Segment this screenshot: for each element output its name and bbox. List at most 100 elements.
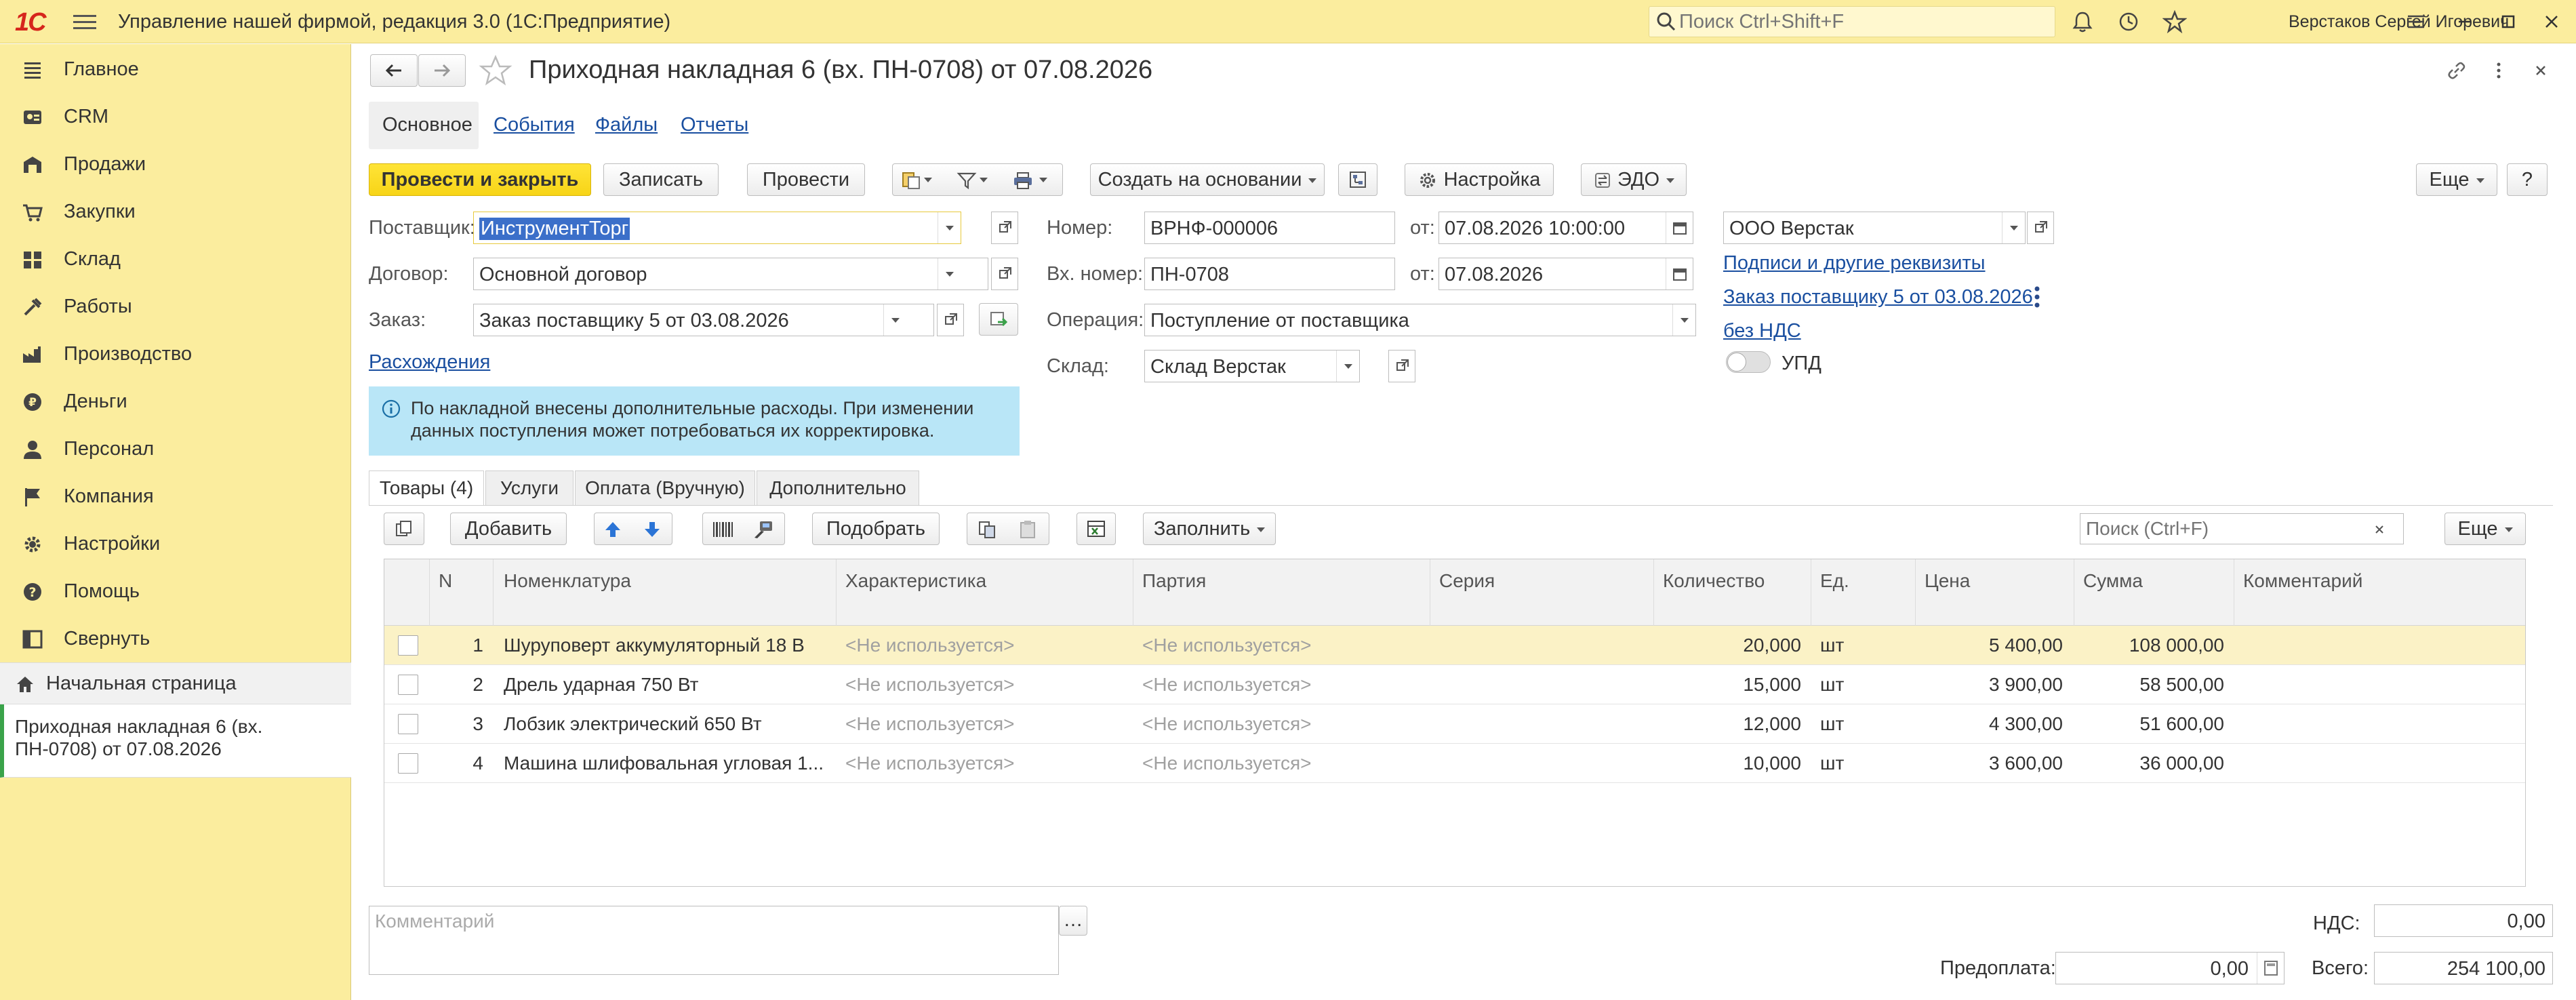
tab-reports[interactable]: Отчеты (681, 114, 748, 136)
table-search-input[interactable] (2086, 517, 2343, 541)
number-field[interactable]: ВРНФ-000006 (1144, 212, 1395, 244)
in-date-calendar-button[interactable] (1666, 258, 1693, 289)
sidebar-item-main[interactable]: Главное (0, 47, 351, 91)
filter-dropdown-icon[interactable] (980, 178, 988, 182)
help-button[interactable]: ? (2507, 163, 2548, 196)
documents-dropdown-icon[interactable] (924, 178, 932, 182)
fill-from-order-button[interactable] (979, 303, 1018, 336)
post-and-close-button[interactable]: Провести и закрыть (369, 163, 591, 196)
sidebar-item-warehouse[interactable]: Склад (0, 237, 351, 281)
open-window-document[interactable]: Приходная накладная 6 (вх. ПН-0708) от 0… (0, 704, 351, 778)
tab-services[interactable]: Услуги (485, 471, 573, 506)
col-series[interactable]: Серия (1439, 570, 1495, 592)
table-row[interactable]: 4 Машина шлифовальная угловая 1... <Не и… (384, 744, 2525, 783)
minimize-icon[interactable] (2453, 9, 2477, 34)
order-open-button[interactable] (937, 304, 964, 336)
warehouse-open-button[interactable] (1388, 350, 1415, 382)
fill-button[interactable]: Заполнить (1143, 513, 1276, 545)
company-field[interactable]: ООО Верстак (1723, 212, 2026, 244)
save-button[interactable]: Записать (603, 163, 719, 196)
tab-additional[interactable]: Дополнительно (757, 471, 919, 506)
back-button[interactable] (370, 54, 418, 87)
sidebar-item-works[interactable]: Работы (0, 285, 351, 328)
contract-dropdown-icon[interactable] (938, 258, 961, 289)
move-up-icon[interactable] (603, 519, 623, 540)
notifications-bell-icon[interactable] (2070, 9, 2095, 34)
forward-button[interactable] (418, 54, 466, 87)
settings-lines-icon[interactable] (2404, 9, 2428, 34)
sidebar-item-money[interactable]: ₽ Деньги (0, 380, 351, 423)
sidebar-item-help[interactable]: ? Помощь (0, 569, 351, 613)
row-checkbox[interactable] (398, 753, 418, 774)
company-open-button[interactable] (2027, 212, 2054, 244)
favorite-star-icon[interactable] (479, 54, 512, 87)
col-n[interactable]: N (439, 570, 452, 592)
upd-toggle[interactable] (1726, 351, 1771, 373)
sidebar-item-sales[interactable]: Продажи (0, 142, 351, 186)
supplier-open-button[interactable] (991, 212, 1018, 244)
global-search-input[interactable] (1679, 9, 2045, 34)
print-dropdown-icon[interactable] (1039, 178, 1047, 182)
tab-payment[interactable]: Оплата (Вручную) (575, 471, 755, 506)
paste-from-clipboard-icon[interactable] (1018, 519, 1038, 540)
sidebar-item-collapse[interactable]: Свернуть (0, 617, 351, 660)
base-order-link[interactable]: Заказ поставщику 5 от 03.08.2026 (1723, 286, 2033, 308)
table-row[interactable]: 2 Дрель ударная 750 Вт <Не используется>… (384, 665, 2525, 704)
clear-search-icon[interactable] (2369, 519, 2390, 540)
col-quantity[interactable]: Количество (1663, 570, 1765, 592)
history-icon[interactable] (2116, 9, 2141, 34)
supplier-field[interactable]: ИнструментТорг (473, 212, 961, 244)
signatures-link[interactable]: Подписи и другие реквизиты (1723, 252, 1986, 275)
col-characteristic[interactable]: Характеристика (845, 570, 986, 592)
row-checkbox[interactable] (398, 635, 418, 656)
copy-rows-button[interactable] (384, 513, 424, 545)
sidebar-item-production[interactable]: Производство (0, 332, 351, 376)
row-checkbox[interactable] (398, 714, 418, 734)
tab-events[interactable]: События (494, 114, 575, 136)
discrepancies-link[interactable]: Расхождения (369, 351, 490, 374)
prepayment-calc-button[interactable] (2257, 953, 2284, 984)
sidebar-item-company[interactable]: Компания (0, 475, 351, 518)
more-vertical-icon[interactable] (2487, 58, 2511, 83)
more-button[interactable]: Еще (2416, 163, 2497, 196)
post-button[interactable]: Провести (747, 163, 865, 196)
scanner-icon[interactable] (750, 519, 775, 540)
home-page-tab[interactable]: Начальная страница (0, 662, 351, 704)
tab-files[interactable]: Файлы (595, 114, 658, 136)
date-calendar-button[interactable] (1666, 212, 1693, 243)
order-dropdown-icon[interactable] (883, 304, 906, 336)
row-checkbox[interactable] (398, 675, 418, 695)
col-unit[interactable]: Ед. (1820, 570, 1849, 592)
supplier-dropdown-icon[interactable] (938, 212, 961, 243)
settings-button[interactable]: Настройка (1405, 163, 1554, 196)
col-nomenclature[interactable]: Номенклатура (504, 570, 631, 592)
col-comment[interactable]: Комментарий (2243, 570, 2362, 592)
favorites-star-icon[interactable] (2162, 9, 2187, 34)
add-row-button[interactable]: Добавить (450, 513, 567, 545)
sidebar-item-settings[interactable]: Настройки (0, 522, 351, 565)
copy-to-clipboard-icon[interactable] (977, 519, 997, 540)
date-field[interactable]: 07.08.2026 10:00:00 (1438, 212, 1693, 244)
vat-link[interactable]: без НДС (1723, 320, 1801, 342)
warehouse-dropdown-icon[interactable] (1336, 351, 1359, 382)
table-row[interactable]: 3 Лобзик электрический 650 Вт <Не исполь… (384, 704, 2525, 744)
barcode-icon[interactable] (711, 519, 736, 540)
tab-goods[interactable]: Товары (4) (369, 471, 484, 506)
sidebar-item-purchases[interactable]: Закупки (0, 190, 351, 233)
operation-field[interactable]: Поступление от поставщика (1144, 304, 1696, 336)
order-field[interactable]: Заказ поставщику 5 от 03.08.2026 (473, 304, 934, 336)
in-number-field[interactable]: ПН-0708 (1144, 258, 1395, 290)
excel-load-button[interactable] (1076, 513, 1116, 545)
sidebar-item-personnel[interactable]: Персонал (0, 427, 351, 471)
link-icon[interactable] (2444, 58, 2469, 83)
table-row[interactable]: 1 Шуруповерт аккумуляторный 18 В <Не исп… (384, 626, 2525, 665)
contract-field[interactable]: Основной договор (473, 258, 988, 290)
main-menu-icon[interactable] (73, 11, 96, 31)
maximize-icon[interactable] (2496, 9, 2520, 34)
close-form-icon[interactable] (2529, 58, 2553, 83)
sidebar-item-crm[interactable]: CRM (0, 95, 351, 138)
warehouse-field[interactable]: Склад Верстак (1144, 350, 1360, 382)
table-more-button[interactable]: Еще (2444, 513, 2526, 545)
more-vertical-icon[interactable] (2030, 283, 2045, 311)
documents-icon[interactable] (901, 171, 921, 190)
